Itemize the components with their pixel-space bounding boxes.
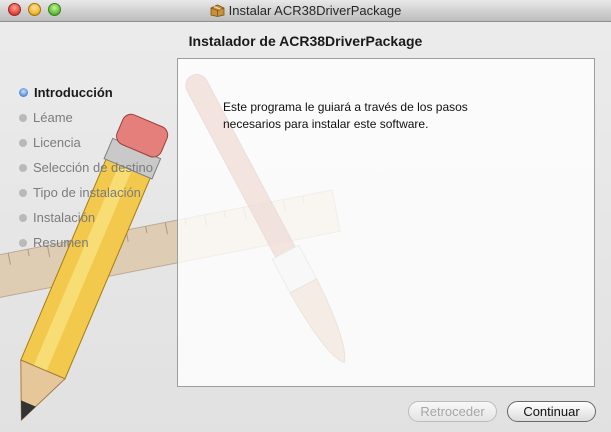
step-bullet-icon [19, 213, 27, 222]
window-title: Instalar ACR38DriverPackage [0, 3, 611, 18]
step-bullet-icon [19, 188, 27, 197]
continue-button[interactable]: Continuar [507, 401, 596, 422]
step-introduccion: Introducción [19, 80, 153, 105]
installer-steps-list: Introducción Léame Licencia Selección de… [19, 80, 153, 255]
installer-window: Instalar ACR38DriverPackage Instalador d… [0, 0, 611, 432]
step-bullet-icon [19, 138, 27, 147]
step-label: Selección de destino [33, 160, 153, 175]
step-label: Introducción [34, 85, 113, 100]
step-bullet-icon [19, 113, 27, 122]
step-bullet-icon [19, 238, 27, 247]
back-button[interactable]: Retroceder [408, 401, 497, 422]
step-instalacion: Instalación [19, 205, 153, 230]
step-label: Tipo de instalación [33, 185, 141, 200]
step-label: Licencia [33, 135, 81, 150]
step-licencia: Licencia [19, 130, 153, 155]
step-tipo-instalacion: Tipo de instalación [19, 180, 153, 205]
step-label: Resumen [33, 235, 89, 250]
step-leame: Léame [19, 105, 153, 130]
step-bullet-icon [19, 88, 28, 97]
step-seleccion-destino: Selección de destino [19, 155, 153, 180]
content-panel: Este programa le guiará a través de los … [177, 58, 595, 387]
step-bullet-icon [19, 163, 27, 172]
step-label: Léame [33, 110, 73, 125]
package-icon [210, 4, 225, 17]
window-title-text: Instalar ACR38DriverPackage [228, 3, 402, 18]
introduction-text: Este programa le guiará a través de los … [223, 100, 468, 131]
step-resumen: Resumen [19, 230, 153, 255]
title-bar[interactable]: Instalar ACR38DriverPackage [0, 0, 611, 22]
step-label: Instalación [33, 210, 96, 225]
